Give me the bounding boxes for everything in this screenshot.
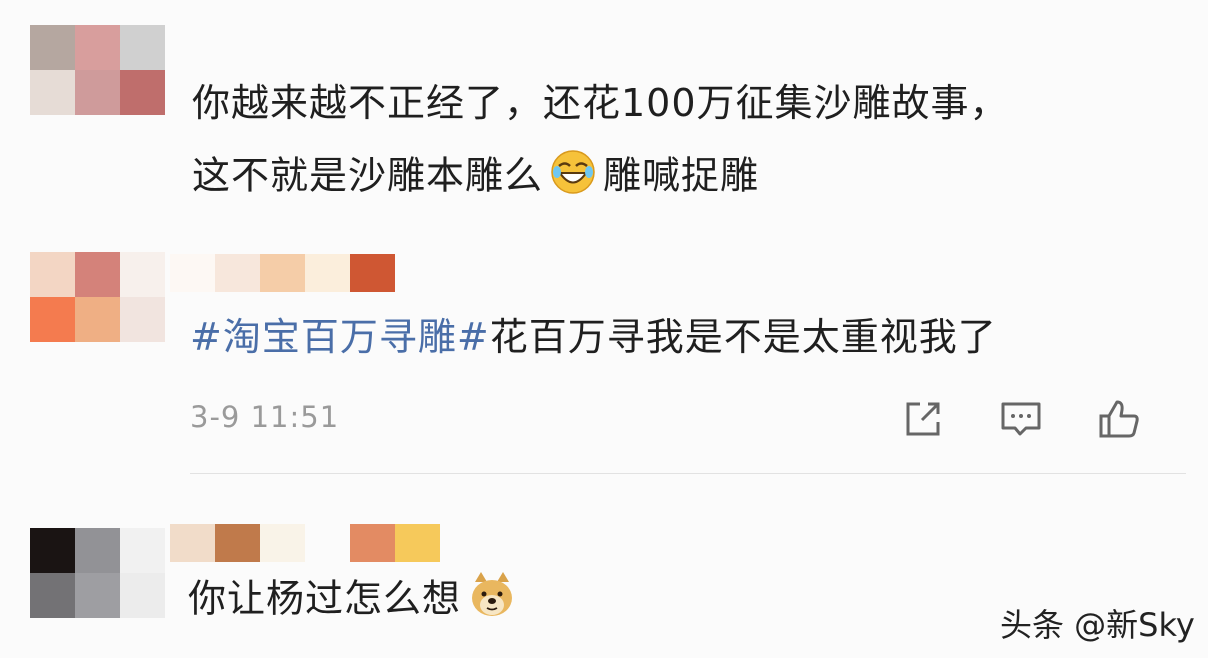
username-pixel (260, 524, 305, 562)
comment-icon[interactable] (998, 396, 1044, 442)
avatar-pixel (120, 297, 165, 342)
laughing-tears-icon (549, 148, 597, 208)
share-icon[interactable] (900, 396, 946, 442)
avatar-pixel (30, 573, 75, 618)
avatar-pixel (30, 297, 75, 342)
avatar-pixel (30, 70, 75, 115)
username-pixel (305, 254, 350, 292)
comment-text: #淘宝百万寻雕#花百万寻我是不是太重视我了 (190, 315, 997, 359)
watermark: 头条 @新Sky (1000, 606, 1195, 644)
username-pixel (350, 254, 395, 292)
username-pixel (170, 524, 215, 562)
doge-icon (467, 570, 517, 632)
username-pixel (215, 524, 260, 562)
comment-text: 这不就是沙雕本雕么 雕喊捉雕 (192, 148, 759, 208)
avatar-pixel (120, 528, 165, 573)
avatar-pixel (30, 528, 75, 573)
username-pixel (305, 524, 350, 562)
avatar-pixel (75, 70, 120, 115)
avatar-pixel (75, 528, 120, 573)
timestamp: 3-9 11:51 (190, 400, 340, 434)
like-icon[interactable] (1096, 396, 1142, 442)
avatar-pixel (30, 25, 75, 70)
avatar-pixel (120, 25, 165, 70)
avatar-pixel (75, 297, 120, 342)
avatar[interactable] (30, 25, 166, 115)
topic-link[interactable]: #淘宝百万寻雕# (190, 315, 490, 359)
username[interactable] (170, 524, 440, 562)
avatar-pixel (75, 25, 120, 70)
comment-text: 你越来越不正经了，还花100万征集沙雕故事， (192, 81, 1009, 125)
avatar-pixel (120, 573, 165, 618)
username[interactable] (170, 254, 395, 292)
avatar-pixel (75, 252, 120, 297)
divider (190, 473, 1186, 474)
avatar[interactable] (30, 528, 166, 618)
comment-text: 你让杨过怎么想 (188, 570, 523, 632)
avatar-pixel (120, 252, 165, 297)
username-pixel (350, 524, 395, 562)
username-pixel (215, 254, 260, 292)
username-pixel (260, 254, 305, 292)
avatar-pixel (120, 70, 165, 115)
username-pixel (170, 254, 215, 292)
avatar-pixel (75, 573, 120, 618)
username-pixel (395, 524, 440, 562)
avatar[interactable] (30, 252, 166, 342)
avatar-pixel (30, 252, 75, 297)
